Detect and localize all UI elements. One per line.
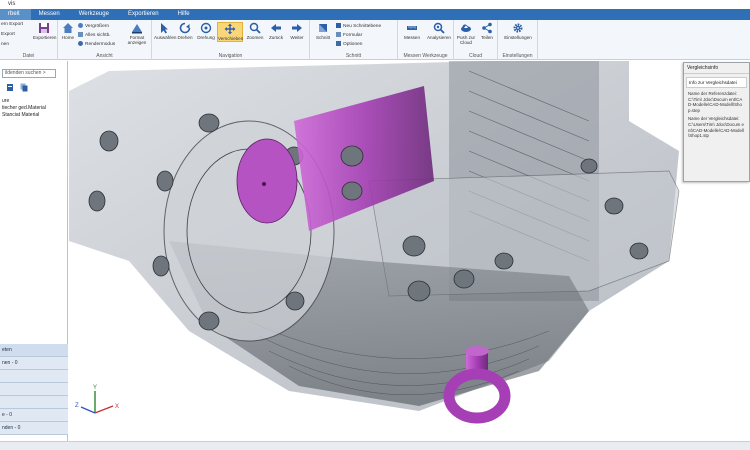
ribbon: ern Export Export nen Exportieren Datei … [0,20,750,60]
schnitt-formular[interactable]: Formular [336,32,362,38]
ribbon-group-schnitt: Schnitt Neu Schnittebene Formular Option… [310,20,398,60]
axis-triad: Y X Z [75,385,119,414]
prop-row[interactable]: e - 0 [0,409,68,422]
prop-row[interactable]: nden - 0 [0,422,68,435]
window-title: vis [0,0,750,9]
app-window: vis rbeit Messen Werkzeuge Exportieren H… [0,0,750,450]
zurueck-button[interactable]: Zurück [266,22,286,40]
tree-tool-icon[interactable] [6,83,14,92]
status-bar [0,441,750,450]
cad-model-render[interactable]: Y X Z [69,61,750,441]
datei-item-1[interactable]: ern Export [1,22,23,27]
ansicht-vergroessern[interactable]: Vergrößern [78,23,109,29]
ribbon-group-navigation: Auswählen Drehen Drehung Verschieben Zoo… [152,20,310,60]
comparison-panel-title: Vergleichsinfo [684,63,749,74]
format-anzeigen-button[interactable]: Format anzeigen [124,22,150,45]
schnitt-button[interactable]: Schnitt [313,22,333,40]
schnitt-neu-schnittebene[interactable]: Neu Schnittebene [336,23,381,29]
move-icon [224,23,236,35]
comparison-panel-header: Info zur Vergleichsdatei [686,77,747,88]
auswaehlen-button[interactable]: Auswählen [154,22,176,40]
zoomen-button[interactable]: Zoomen [245,22,265,40]
share-icon [482,22,492,34]
menubar: rbeit Messen Werkzeuge Exportieren Hilfe [0,9,750,20]
section-icon [319,24,327,32]
ansicht-rendermodus[interactable]: Rendermodus [78,41,115,47]
render-icon [78,41,83,46]
arrow-left-icon [271,24,281,32]
spin-icon [200,22,212,34]
model-tree-panel: ildenden suchen > ure tiecher ged.Materi… [0,61,68,441]
prop-row[interactable] [0,383,68,396]
cloud-upload-icon [461,24,471,32]
cursor-icon [161,23,168,34]
drehung-button[interactable]: Drehung [196,22,216,40]
einstellungen-button[interactable]: Einstellungen [502,22,534,40]
menu-item-messen[interactable]: Messen [31,9,71,20]
save-icon [39,23,49,33]
axis-z-label: Z [75,403,79,409]
ribbon-group-messen: Messen Analysieren Messen Werkzeuge [398,20,454,60]
reference-file-name: Name der Referenzdatei:C:\Tim\ Jdoc\Docu… [688,91,743,113]
menu-item-hilfe[interactable]: Hilfe [170,9,201,20]
zoom-small-icon [78,23,83,28]
schnitt-optionen[interactable]: Optionen [336,41,362,47]
gear-icon [513,23,523,33]
weiter-button[interactable]: Weiter [287,22,307,40]
arrow-right-icon [292,24,302,32]
ribbon-group-cloud: Push zur Cloud Teilen Cloud [454,20,498,60]
form-icon [336,32,341,37]
prop-row[interactable] [0,396,68,409]
eye-icon [78,32,83,37]
home-button[interactable]: Home [60,22,76,40]
axis-y-label: Y [93,385,97,391]
prop-row[interactable]: nen - 0 [0,357,68,370]
comparison-info-panel: Vergleichsinfo Info zur Vergleichsdatei … [683,62,750,182]
analyze-icon [433,22,445,34]
export-button[interactable]: Exportieren [33,22,57,40]
property-list: eten nen - 0 e - 0 nden - 0 [0,344,68,435]
drehen-button[interactable]: Drehen [175,22,195,40]
format-icon [132,24,142,34]
ribbon-group-datei: ern Export Export nen Exportieren Datei [1,20,58,60]
copy-icon[interactable] [20,83,28,92]
tree-item-root[interactable]: ure [2,98,9,104]
ribbon-group-einstellungen: Einstellungen Einstellungen [498,20,538,60]
menu-item-bearbeiten[interactable]: rbeit [0,9,31,20]
analysieren-button[interactable]: Analysieren [426,22,452,40]
push-cloud-button[interactable]: Push zur Cloud [455,22,477,45]
prop-row[interactable] [0,370,68,383]
tree-item-material[interactable]: tiecher ged.Material [2,105,46,111]
3d-viewport[interactable]: Y X Z [69,61,750,441]
menu-item-werkzeuge[interactable]: Werkzeuge [71,9,120,20]
ribbon-group-ansicht: Home Vergrößern Alles sichtb. Rendermodu… [58,20,152,60]
verschieben-button[interactable]: Verschieben [217,22,243,42]
options-icon [336,41,341,46]
prop-row[interactable]: eten [0,344,68,357]
comparison-file-name: Name der Vergleichsdatei:C:\Users\Tim\ J… [688,116,744,139]
home-icon [63,23,73,33]
teilen-button[interactable]: Teilen [477,22,497,40]
shaft-end [236,138,298,224]
datei-item-2[interactable]: Export [1,32,15,37]
datei-item-3[interactable]: nen [1,42,9,47]
magnifier-icon [249,22,261,34]
ruler-icon [407,26,417,30]
messen-button[interactable]: Messen [402,22,422,40]
tree-item-standard-material[interactable]: Stanciat Material [2,112,39,118]
model-search-input[interactable]: ildenden suchen > [2,69,56,78]
menu-item-exportieren[interactable]: Exportieren [120,9,170,20]
shaft-center [262,182,266,186]
axis-x-label: X [115,404,119,410]
plane-icon [336,23,341,28]
ansicht-alles-sichtbar[interactable]: Alles sichtb. [78,32,111,38]
rotate-icon [179,22,191,34]
